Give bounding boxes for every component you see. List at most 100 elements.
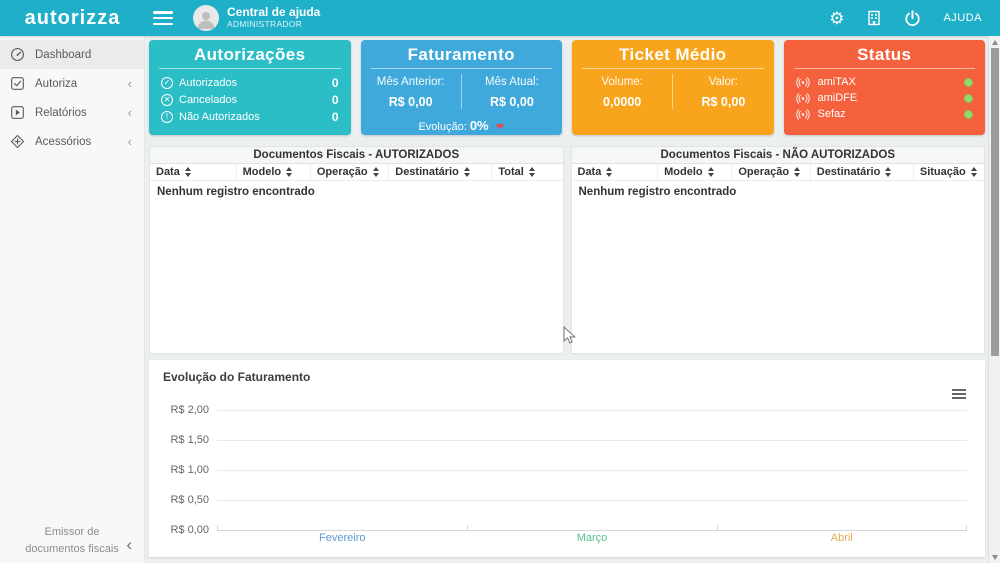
sidebar-item-label: Dashboard: [35, 48, 92, 61]
navbar: autorizza Central de ajuda ADMINISTRADOR…: [0, 0, 1000, 36]
scroll-down-arrow[interactable]: [989, 552, 1000, 562]
help-button[interactable]: AJUDA: [943, 12, 982, 24]
prev-month-label: Mês Anterior:: [376, 76, 445, 88]
sidebar-item-label: Acessórios: [35, 135, 92, 148]
column-header-situacao[interactable]: Situação: [914, 164, 984, 180]
y-tick: R$ 2,00: [170, 404, 209, 416]
table-title: Documentos Fiscais - AUTORIZADOS: [150, 147, 563, 164]
sidebar-footer: Emissor de documentos fiscais ‹: [0, 524, 144, 557]
sort-icon: [463, 167, 470, 177]
stat-value: 0: [331, 75, 339, 90]
evolution-value: 0%: [469, 118, 489, 133]
power-icon[interactable]: [904, 9, 921, 27]
menu-toggle-icon[interactable]: [153, 11, 173, 25]
broadcast-icon: [795, 108, 810, 120]
service-name: amiDFE: [817, 92, 858, 104]
column-header-data[interactable]: Data: [572, 164, 659, 180]
tables-row: Documentos Fiscais - AUTORIZADOS Data Mo…: [149, 146, 985, 354]
stat-label: Autorizados: [179, 76, 238, 89]
sidebar-item-relatorios[interactable]: Relatórios ‹: [0, 98, 144, 127]
volume-block: Volume: 0,0000: [572, 74, 674, 109]
volume-value: 0,0000: [603, 95, 642, 109]
table-title: Documentos Fiscais - NÃO AUTORIZADOS: [571, 147, 984, 164]
empty-message: Nenhum registro encontrado: [578, 186, 737, 198]
sort-icon: [885, 167, 892, 177]
card-status: Status amiTAX amiDFE Sefaz: [783, 40, 986, 135]
x-label-abril: Abril: [830, 532, 853, 544]
scroll-up-arrow[interactable]: [989, 37, 1000, 47]
chevron-left-icon: ‹: [127, 76, 132, 91]
table-header-row: Data Modelo Operação Destinatário Total: [150, 164, 563, 181]
table-header-row: Data Modelo Operação Destinatário Situaç…: [571, 164, 984, 181]
exclaim-circle-icon: !: [161, 110, 173, 123]
card-title: Status: [857, 45, 912, 64]
column-header-operacao[interactable]: Operação: [732, 164, 811, 180]
stat-value: 0: [331, 109, 339, 124]
column-header-modelo[interactable]: Modelo: [658, 164, 733, 180]
valor-label: Valor:: [708, 76, 738, 88]
empty-message: Nenhum registro encontrado: [157, 186, 315, 198]
scrollbar-thumb[interactable]: [990, 48, 999, 356]
company-building-icon[interactable]: [866, 10, 882, 26]
card-autorizacoes: Autorizações ✓ Autorizados 0 ✕ Cancelado…: [149, 40, 351, 135]
column-header-total[interactable]: Total: [492, 164, 562, 180]
card-title: Ticket Médio: [619, 45, 727, 64]
user-role-label: ADMINISTRADOR: [227, 19, 303, 30]
sidebar-collapse-icon[interactable]: ‹: [126, 532, 132, 558]
check-circle-icon: ✓: [161, 76, 173, 89]
revenue-chart-card: Evolução do Faturamento R$ 2,00 R$ 1,50 …: [149, 360, 985, 557]
sidebar-item-autoriza[interactable]: Autoriza ‹: [0, 69, 144, 98]
status-online-dot: [964, 109, 973, 119]
chevron-left-icon: ‹: [127, 105, 132, 120]
evolution-row: Evolução: 0% ❤: [361, 118, 563, 133]
curr-month-value: R$ 0,00: [489, 95, 534, 109]
card-title: Faturamento: [407, 45, 515, 64]
volume-label: Volume:: [601, 76, 643, 88]
stat-label: Cancelados: [179, 93, 238, 106]
service-row-amidfe: amiDFE: [784, 90, 986, 106]
table-body: Nenhum registro encontrado: [150, 181, 563, 353]
sort-icon: [184, 167, 191, 177]
column-header-operacao[interactable]: Operação: [311, 164, 390, 180]
chart-menu-icon[interactable]: [949, 386, 969, 402]
footer-line1: Emissor de: [44, 526, 100, 538]
sidebar-item-label: Relatórios: [35, 106, 87, 119]
sidebar-item-label: Autoriza: [35, 77, 78, 90]
user-menu[interactable]: Central de ajuda ADMINISTRADOR: [227, 5, 320, 30]
gauge-icon: [10, 47, 26, 63]
heart-down-icon: ❤: [495, 122, 505, 133]
valor-value: R$ 0,00: [701, 95, 746, 109]
broadcast-icon: [795, 76, 810, 88]
column-header-destinatario[interactable]: Destinatário: [389, 164, 493, 180]
stat-label: Não Autorizados: [179, 110, 260, 123]
chevron-left-icon: ‹: [127, 134, 132, 149]
column-header-data[interactable]: Data: [150, 164, 237, 180]
status-online-dot: [964, 93, 973, 103]
gear-icon[interactable]: ⚙: [829, 10, 844, 27]
report-icon: [10, 105, 26, 121]
summary-cards-row: Autorizações ✓ Autorizados 0 ✕ Cancelado…: [149, 40, 985, 135]
sort-icon: [606, 167, 613, 177]
sort-icon: [372, 167, 379, 177]
column-header-destinatario[interactable]: Destinatário: [811, 164, 914, 180]
x-axis-labels: Fevereiro Março Abril: [217, 532, 967, 548]
x-label-marco: Março: [576, 532, 608, 544]
table-authorized-panel: Documentos Fiscais - AUTORIZADOS Data Mo…: [149, 146, 564, 354]
page-scrollbar[interactable]: [988, 36, 1000, 563]
chart-title: Evolução do Faturamento: [163, 370, 311, 384]
service-row-sefaz: Sefaz: [784, 106, 986, 122]
sidebar-item-dashboard[interactable]: Dashboard: [0, 40, 144, 69]
sort-icon: [970, 167, 977, 177]
avatar[interactable]: [193, 5, 219, 31]
y-tick: R$ 0,00: [170, 524, 209, 536]
main-content: Autorizações ✓ Autorizados 0 ✕ Cancelado…: [145, 36, 1000, 563]
evolution-label: Evolução:: [418, 121, 467, 133]
sidebar-item-acessorios[interactable]: Acessórios ‹: [0, 127, 144, 156]
card-ticket-medio: Ticket Médio Volume: 0,0000 Valor: R$ 0,…: [572, 40, 774, 135]
prev-month-block: Mês Anterior: R$ 0,00: [361, 74, 462, 109]
column-header-modelo[interactable]: Modelo: [237, 164, 311, 180]
diamond-plus-icon: [10, 134, 26, 150]
chart-plot-area: R$ 2,00 R$ 1,50 R$ 1,00 R$ 0,50 R$ 0,00 …: [161, 404, 967, 544]
service-row-amitax: amiTAX: [784, 74, 986, 90]
card-title: Autorizações: [193, 45, 306, 64]
